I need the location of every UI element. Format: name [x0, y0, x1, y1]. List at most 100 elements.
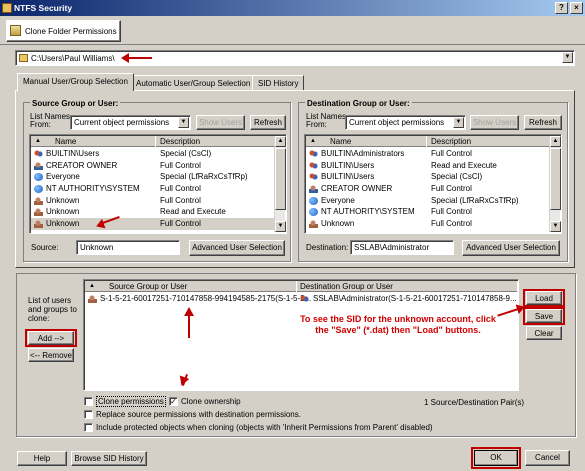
clone-permissions-label[interactable]: Clone permissions: [96, 396, 166, 407]
help-icon[interactable]: ?: [555, 2, 568, 14]
chevron-down-icon[interactable]: ▼: [562, 52, 573, 63]
from-text: From:: [306, 120, 327, 129]
row-name: Unknown: [46, 207, 80, 217]
column-divider: [296, 281, 297, 292]
list-item[interactable]: NT AUTHORITY\SYSTEM Full Control: [306, 206, 550, 218]
destination-list-from-value: Current object permissions: [349, 118, 445, 127]
unknown-user-icon: [34, 196, 43, 205]
column-divider: [155, 136, 156, 147]
clear-button[interactable]: Clear: [526, 326, 562, 340]
add-button[interactable]: Add -->: [28, 331, 74, 345]
source-scrollbar[interactable]: ▲ ▼: [274, 136, 286, 232]
sort-up-icon: ▲: [35, 138, 41, 144]
annotation-arrowhead: [121, 53, 129, 63]
row-description: Full Control: [160, 160, 201, 170]
destination-list-from-select[interactable]: Current object permissions ▼: [345, 115, 466, 130]
row-description: Full Control: [160, 195, 201, 205]
destination-list[interactable]: Name Description ▲ BUILTIN\Administrator…: [304, 134, 562, 234]
chevron-down-icon[interactable]: ▼: [453, 117, 464, 128]
scroll-down-icon[interactable]: ▼: [550, 221, 561, 232]
pair-destination: SSLAB\Administrator(S-1-5-21-60017251-71…: [313, 294, 517, 303]
list-item[interactable]: CREATOR OWNER Full Control: [31, 160, 275, 172]
destination-field[interactable]: SSLAB\Administrator: [350, 240, 454, 255]
folder-icon: [10, 25, 21, 36]
list-item[interactable]: BUILTIN\Users Special (CsCl): [31, 148, 275, 160]
clone-tab-label: Clone Folder Permissions: [25, 27, 117, 36]
source-value: Unknown: [80, 243, 114, 252]
browse-sid-history-button[interactable]: Browse SID History: [71, 451, 147, 466]
row-description: Special (LfRaRxCsTfRp): [160, 172, 248, 182]
replace-source-label[interactable]: Replace source permissions with destinat…: [96, 410, 301, 419]
load-button[interactable]: Load: [526, 291, 562, 305]
col-name: Name: [55, 137, 77, 146]
remove-button[interactable]: <-- Remove: [28, 348, 74, 362]
clone-ownership-label[interactable]: Clone ownership: [181, 397, 241, 406]
row-name: NT AUTHORITY\SYSTEM: [46, 184, 140, 194]
destination-show-users-button[interactable]: Show Users: [470, 115, 519, 130]
list-item[interactable]: Unknown Full Control: [306, 218, 550, 230]
globe-icon: [34, 185, 43, 194]
row-description: Full Control: [431, 184, 472, 194]
source-list-from-select[interactable]: Current object permissions ▼: [70, 115, 191, 130]
group-icon: [34, 150, 43, 158]
row-description: Read and Execute: [160, 207, 226, 217]
clone-folder-permissions-tab[interactable]: Clone Folder Permissions: [6, 20, 121, 42]
list-item[interactable]: Unknown Full Control: [31, 195, 275, 207]
clone-ownership-checkbox[interactable]: ✓: [169, 397, 178, 406]
row-description: Read and Execute: [431, 160, 497, 170]
path-combobox[interactable]: C:\Users\Paul Williams\ ▼: [15, 50, 575, 66]
row-description: Special (LfRaRxCsTfRp): [431, 195, 519, 205]
list-item[interactable]: BUILTIN\Users Read and Execute: [306, 160, 550, 172]
scroll-thumb[interactable]: [275, 148, 286, 210]
source-advanced-user-selection-button[interactable]: Advanced User Selection: [189, 240, 285, 256]
row-name: Unknown: [46, 195, 80, 205]
destination-list-header: Name Description ▲: [306, 136, 550, 147]
scroll-up-icon[interactable]: ▲: [550, 136, 561, 147]
source-label: Source:: [31, 243, 59, 252]
row-description: Full Control: [431, 219, 472, 229]
scroll-down-icon[interactable]: ▼: [275, 221, 286, 232]
destination-label: Destination:: [306, 243, 349, 252]
row-name: CREATOR OWNER: [46, 160, 118, 170]
list-item[interactable]: Everyone Special (LfRaRxCsTfRp): [306, 195, 550, 207]
scroll-thumb[interactable]: [550, 148, 561, 210]
tab-manual-selection[interactable]: Manual User/Group Selection: [17, 73, 134, 91]
folder-icon: [19, 54, 28, 62]
app-icon: [2, 3, 12, 13]
clone-pair-row[interactable]: S-1-5-21-60017251-710147858-994194585-21…: [85, 293, 517, 305]
destination-advanced-user-selection-button[interactable]: Advanced User Selection: [462, 240, 560, 256]
row-description: Special (CsCl): [160, 149, 212, 158]
include-protected-checkbox[interactable]: [84, 423, 93, 432]
row-name: NT AUTHORITY\SYSTEM: [321, 207, 415, 217]
close-icon[interactable]: ×: [570, 2, 583, 14]
column-divider: [426, 136, 427, 147]
destination-refresh-button[interactable]: Refresh: [524, 115, 562, 130]
list-item[interactable]: BUILTIN\Administrators Full Control: [306, 148, 550, 160]
include-protected-label[interactable]: Include protected objects when cloning (…: [96, 423, 433, 432]
list-item-selected[interactable]: Unknown Full Control: [31, 218, 275, 230]
save-button[interactable]: Save: [526, 309, 562, 323]
list-item[interactable]: BUILTIN\Users Special (CsCl): [306, 171, 550, 183]
list-item[interactable]: Unknown Read and Execute: [31, 206, 275, 218]
help-button[interactable]: Help: [17, 451, 67, 466]
destination-scrollbar[interactable]: ▲ ▼: [549, 136, 561, 232]
source-refresh-button[interactable]: Refresh: [250, 115, 286, 130]
tab-automatic-selection[interactable]: Automatic User/Group Selection: [130, 75, 257, 91]
list-item[interactable]: CREATOR OWNER Full Control: [306, 183, 550, 195]
source-list-from-value: Current object permissions: [74, 118, 170, 127]
cancel-button[interactable]: Cancel: [525, 450, 570, 466]
chevron-down-icon[interactable]: ▼: [178, 117, 189, 128]
clone-permissions-checkbox[interactable]: [84, 397, 93, 406]
replace-source-checkbox[interactable]: [84, 410, 93, 419]
ok-button[interactable]: OK: [474, 450, 518, 466]
list-item[interactable]: Everyone Special (LfRaRxCsTfRp): [31, 171, 275, 183]
sort-up-icon: ▲: [89, 283, 95, 289]
scroll-up-icon[interactable]: ▲: [275, 136, 286, 147]
source-show-users-button[interactable]: Show Users: [196, 115, 245, 130]
source-field[interactable]: Unknown: [76, 240, 180, 255]
pair-source: S-1-5-21-60017251-710147858-994194585-21…: [100, 294, 312, 303]
list-item[interactable]: NT AUTHORITY\SYSTEM Full Control: [31, 183, 275, 195]
row-name: CREATOR OWNER: [321, 184, 393, 194]
source-list[interactable]: Name Description ▲ BUILTIN\Users Special …: [29, 134, 287, 234]
tab-sid-history[interactable]: SID History: [252, 75, 305, 91]
